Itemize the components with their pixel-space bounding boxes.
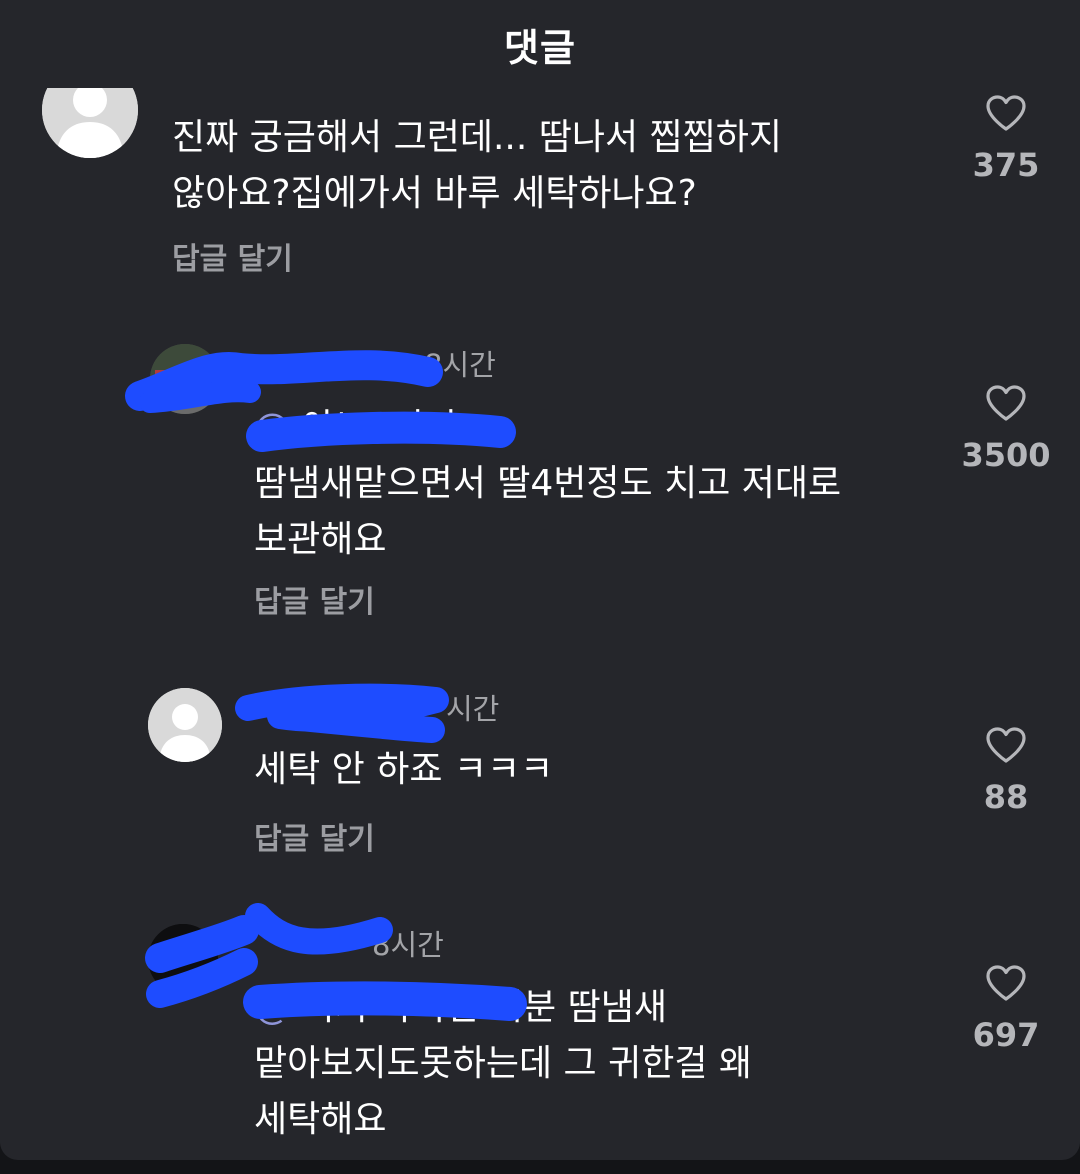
like-count: 697 — [972, 1016, 1040, 1054]
comments-header: 댓글 — [0, 0, 1080, 88]
comment-text: @ 이거 아니면 저분 땀냄새 맡아보지도못하는데 그 귀한걸 왜 세탁해요 — [254, 987, 753, 1140]
heart-outline-icon — [986, 965, 1026, 1001]
comment-time: 8시간 — [372, 928, 444, 962]
mention[interactable]: @ — [254, 987, 301, 1028]
user-avatar[interactable] — [148, 924, 218, 994]
comments-panel: 댓글 진짜 궁금해서 그런데... 땀나서 찝찝하지 않아요?집에가서 바루 세… — [0, 0, 1080, 1160]
header-title: 댓글 — [504, 25, 576, 70]
reply-item: 8시간 @ 이거 아니면 저분 땀냄새 맡아보지도못하는데 그 귀한걸 왜 세탁… — [0, 0, 1080, 1160]
like-button[interactable]: 697 — [946, 964, 1066, 1054]
